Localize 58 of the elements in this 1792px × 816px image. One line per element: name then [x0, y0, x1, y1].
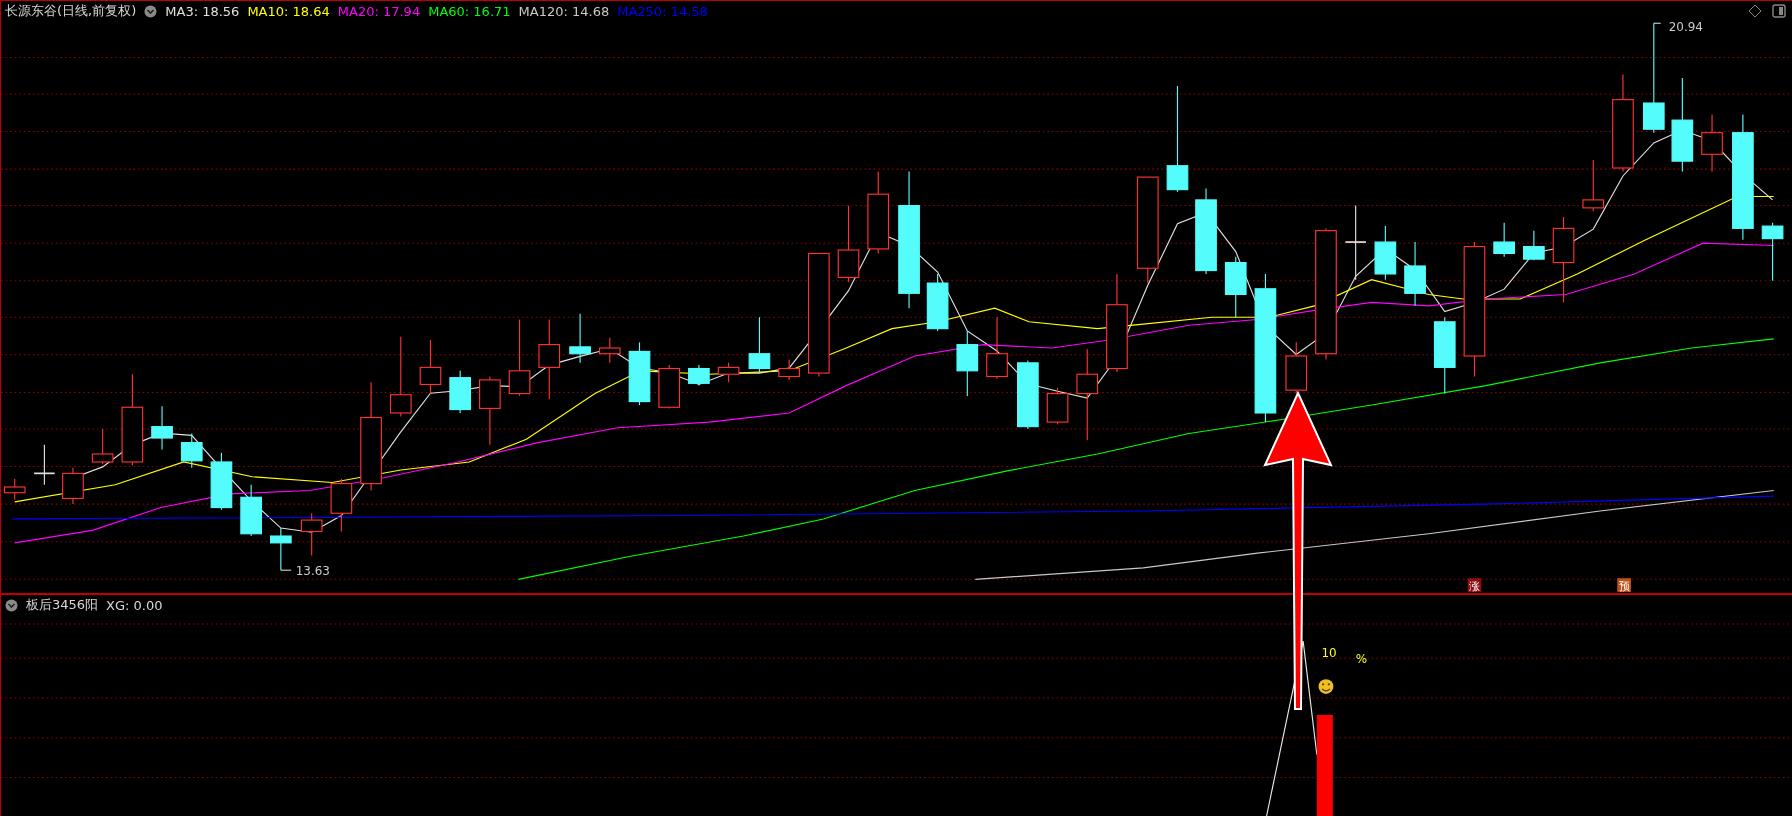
indicator-label: MA120: 14.68 [518, 3, 610, 19]
indicator-value: XG: 0.00 [106, 597, 163, 613]
candlestick [240, 484, 262, 537]
indicator-label: MA250: 14.58 [617, 3, 708, 19]
panel-toggle-icon[interactable] [1772, 4, 1786, 18]
candlestick [748, 316, 771, 374]
signal-badge: 涨 [1467, 578, 1482, 593]
candlestick [62, 467, 84, 505]
diamond-icon[interactable] [1748, 4, 1762, 18]
candlestick [926, 273, 949, 332]
candlestick [1404, 241, 1426, 307]
candlestick [778, 358, 800, 381]
indicator-title: 板后3456阳 [26, 596, 99, 614]
candlestick [330, 478, 353, 533]
candlestick [1285, 341, 1308, 395]
signal-number: 10 [1321, 646, 1337, 660]
candlestick [986, 316, 1008, 380]
candlestick [3, 478, 26, 501]
candlestick [1224, 256, 1247, 318]
high-price-label: 20.94 [1668, 21, 1703, 35]
signal-unit: % [1355, 651, 1368, 666]
candlestick [479, 375, 501, 446]
candlestick [598, 337, 621, 364]
candlestick [569, 313, 591, 364]
candlestick [180, 432, 203, 469]
chart-title: 长源东谷(日线,前复权) [5, 2, 137, 20]
candlestick [1017, 360, 1039, 430]
leader-line [1653, 22, 1662, 24]
candlestick [717, 362, 740, 383]
candlestick [1374, 225, 1397, 281]
smiley-icon [1318, 679, 1334, 694]
candlestick [1493, 222, 1515, 258]
candlestick [1582, 159, 1605, 212]
candlestick [1046, 387, 1069, 425]
candlestick [91, 428, 114, 465]
candlestick [1701, 113, 1723, 172]
low-price-label: 13.63 [295, 563, 330, 578]
candlestick [419, 339, 442, 395]
candlestick [1523, 230, 1545, 261]
candlestick [658, 364, 681, 409]
candlestick [270, 527, 292, 571]
candlestick [956, 330, 979, 397]
dropdown-icon[interactable] [144, 4, 158, 18]
indicator-label: MA10: 18.64 [247, 3, 330, 19]
candlestick [33, 444, 56, 486]
candlestick [1761, 222, 1784, 282]
candlestick [628, 341, 651, 406]
indicator-label: MA60: 16.71 [428, 3, 511, 19]
leader-line [280, 569, 292, 571]
candlestick [210, 452, 233, 511]
candlestick [688, 364, 710, 387]
candlestick [300, 512, 323, 556]
signal-badge: 预 [1617, 578, 1631, 593]
dropdown-icon[interactable] [5, 598, 18, 612]
candlestick [449, 370, 471, 414]
indicator-label: MA20: 17.94 [337, 3, 421, 19]
candlestick [151, 405, 173, 450]
indicator-label: MA3: 18.56 [165, 3, 240, 19]
